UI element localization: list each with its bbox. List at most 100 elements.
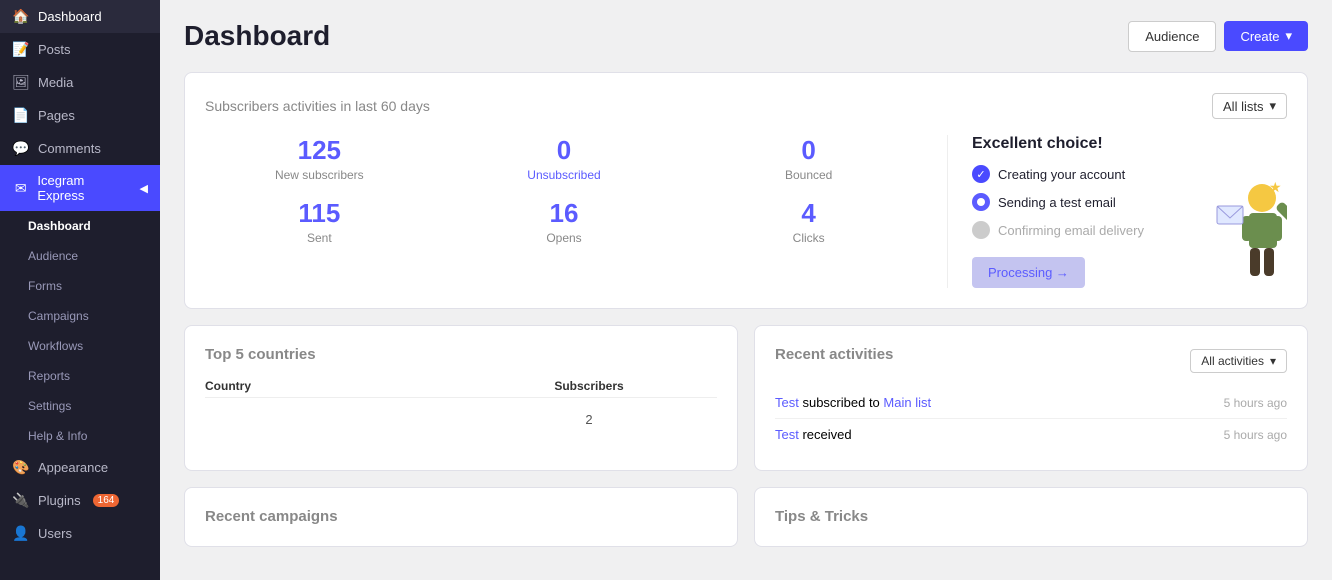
activity-link-0-2[interactable]: Main list xyxy=(883,395,931,410)
stat-number-new: 125 xyxy=(205,135,434,166)
stat-number-opens: 16 xyxy=(450,198,679,229)
activity-list-item-1: Test received 5 hours ago xyxy=(775,419,1287,450)
check-text-0: Creating your account xyxy=(998,167,1125,182)
plugins-icon: 🔌 xyxy=(12,492,30,509)
activity-card: Subscribers activities in last 60 days A… xyxy=(184,72,1308,309)
sidebar-item-ig-campaigns[interactable]: Campaigns xyxy=(0,301,160,331)
sidebar-item-pages[interactable]: 📄 Pages xyxy=(0,99,160,132)
processing-button[interactable]: Processing → xyxy=(972,257,1085,288)
sidebar-item-appearance[interactable]: 🎨 Appearance xyxy=(0,451,160,484)
create-button[interactable]: Create ▾ xyxy=(1224,21,1308,51)
recent-campaigns-card: Recent campaigns xyxy=(184,487,738,547)
icegram-chevron: ◀ xyxy=(140,182,148,195)
activity-split: 125 New subscribers 0 Unsubscribed 0 Bou… xyxy=(205,135,1287,288)
media-icon: 🖼 xyxy=(12,74,30,91)
stat-label-clicks: Clicks xyxy=(694,231,923,245)
activities-filter-chevron-icon: ▾ xyxy=(1270,354,1276,368)
activity-list-item-0: Test subscribed to Main list 5 hours ago xyxy=(775,387,1287,419)
sidebar-item-ig-help[interactable]: Help & Info xyxy=(0,421,160,451)
bottom-row: Top 5 countries Country Subscribers 2 Re… xyxy=(184,325,1308,487)
check-progress-icon-1 xyxy=(972,193,990,211)
tips-title: Tips & Tricks xyxy=(775,508,868,525)
sidebar-item-media[interactable]: 🖼 Media xyxy=(0,66,160,99)
stat-bounced: 0 Bounced xyxy=(694,135,923,182)
sidebar: 🏠 Dashboard 📝 Posts 🖼 Media 📄 Pages 💬 Co… xyxy=(0,0,160,580)
recent-campaigns-row: Recent campaigns Tips & Tricks xyxy=(184,487,1308,563)
stat-number-sent: 115 xyxy=(205,198,434,229)
stat-number-unsub: 0 xyxy=(450,135,679,166)
activity-link-1-1[interactable]: Test xyxy=(775,427,799,442)
activity-filter[interactable]: All lists ▾ xyxy=(1212,93,1287,119)
activity-header: Subscribers activities in last 60 days A… xyxy=(205,93,1287,119)
tips-card: Tips & Tricks xyxy=(754,487,1308,547)
activity-link-0-1[interactable]: Test xyxy=(775,395,799,410)
stat-opens: 16 Opens xyxy=(450,198,679,245)
stat-label-new: New subscribers xyxy=(205,168,434,182)
table-row: 2 xyxy=(205,406,717,433)
activity-time-1: 5 hours ago xyxy=(1224,428,1287,442)
sidebar-item-dashboard[interactable]: 🏠 Dashboard xyxy=(0,0,160,33)
recent-campaigns-title: Recent campaigns xyxy=(205,508,338,525)
header-actions: Audience Create ▾ xyxy=(1128,21,1308,52)
main-content: Dashboard Audience Create ▾ Subscribers … xyxy=(160,0,1332,580)
activity-text-0: Test subscribed to Main list xyxy=(775,395,931,410)
filter-chevron-icon: ▾ xyxy=(1269,98,1276,114)
stat-unsubscribed: 0 Unsubscribed xyxy=(450,135,679,182)
countries-title: Top 5 countries xyxy=(205,346,717,363)
page-title: Dashboard xyxy=(184,20,330,52)
stat-new-subscribers: 125 New subscribers xyxy=(205,135,434,182)
stats-grid: 125 New subscribers 0 Unsubscribed 0 Bou… xyxy=(205,135,923,245)
activity-time-0: 5 hours ago xyxy=(1224,396,1287,410)
countries-table-header: Country Subscribers xyxy=(205,375,717,398)
subscribers-cell: 2 xyxy=(461,412,717,427)
comments-icon: 💬 xyxy=(12,140,30,157)
svg-text:★: ★ xyxy=(1269,179,1282,195)
sidebar-item-ig-settings[interactable]: Settings xyxy=(0,391,160,421)
sidebar-item-ig-forms[interactable]: Forms xyxy=(0,271,160,301)
create-chevron-icon: ▾ xyxy=(1285,28,1292,44)
sidebar-item-ig-dashboard[interactable]: Dashboard xyxy=(0,211,160,241)
stat-label-unsub: Unsubscribed xyxy=(450,168,679,182)
activities-title: Recent activities xyxy=(775,346,893,363)
subscribers-col-header: Subscribers xyxy=(461,379,717,393)
stats-area: 125 New subscribers 0 Unsubscribed 0 Bou… xyxy=(205,135,923,288)
sidebar-item-ig-reports[interactable]: Reports xyxy=(0,361,160,391)
check-pending-icon-2 xyxy=(972,221,990,239)
activity-text-1: Test received xyxy=(775,427,852,442)
sidebar-item-icegram[interactable]: ✉ Icegram Express ◀ xyxy=(0,165,160,211)
activities-card: Recent activities All activities ▾ Test … xyxy=(754,325,1308,471)
country-cell xyxy=(205,412,461,427)
check-text-1: Sending a test email xyxy=(998,195,1116,210)
users-icon: 👤 xyxy=(12,525,30,542)
sidebar-item-ig-workflows[interactable]: Workflows xyxy=(0,331,160,361)
check-item-2: Confirming email delivery xyxy=(972,221,1207,239)
sidebar-item-users[interactable]: 👤 Users xyxy=(0,517,160,550)
countries-card: Top 5 countries Country Subscribers 2 xyxy=(184,325,738,471)
page-header: Dashboard Audience Create ▾ xyxy=(184,20,1308,52)
checklist-figure: ★ xyxy=(1207,135,1287,288)
sidebar-item-plugins[interactable]: 🔌 Plugins 164 xyxy=(0,484,160,517)
stat-label-opens: Opens xyxy=(450,231,679,245)
stat-number-bounced: 0 xyxy=(694,135,923,166)
check-item-0: ✓ Creating your account xyxy=(972,165,1207,183)
stat-clicks: 4 Clicks xyxy=(694,198,923,245)
checklist-title: Excellent choice! xyxy=(972,135,1207,153)
stat-label-bounced: Bounced xyxy=(694,168,923,182)
stat-sent: 115 Sent xyxy=(205,198,434,245)
pages-icon: 📄 xyxy=(12,107,30,124)
dashboard-icon: 🏠 xyxy=(12,8,30,25)
sidebar-item-posts[interactable]: 📝 Posts xyxy=(0,33,160,66)
audience-button[interactable]: Audience xyxy=(1128,21,1216,52)
activity-title: Subscribers activities in last 60 days xyxy=(205,98,430,114)
appearance-icon: 🎨 xyxy=(12,459,30,476)
checklist-content: Excellent choice! ✓ Creating your accoun… xyxy=(972,135,1207,288)
activities-header: Recent activities All activities ▾ xyxy=(775,346,1287,375)
stat-label-sent: Sent xyxy=(205,231,434,245)
check-done-icon-0: ✓ xyxy=(972,165,990,183)
sidebar-item-comments[interactable]: 💬 Comments xyxy=(0,132,160,165)
checklist-panel: Excellent choice! ✓ Creating your accoun… xyxy=(947,135,1287,288)
sidebar-item-ig-audience[interactable]: Audience xyxy=(0,241,160,271)
activities-filter[interactable]: All activities ▾ xyxy=(1190,349,1287,373)
icegram-icon: ✉ xyxy=(12,180,29,197)
check-item-1: Sending a test email xyxy=(972,193,1207,211)
